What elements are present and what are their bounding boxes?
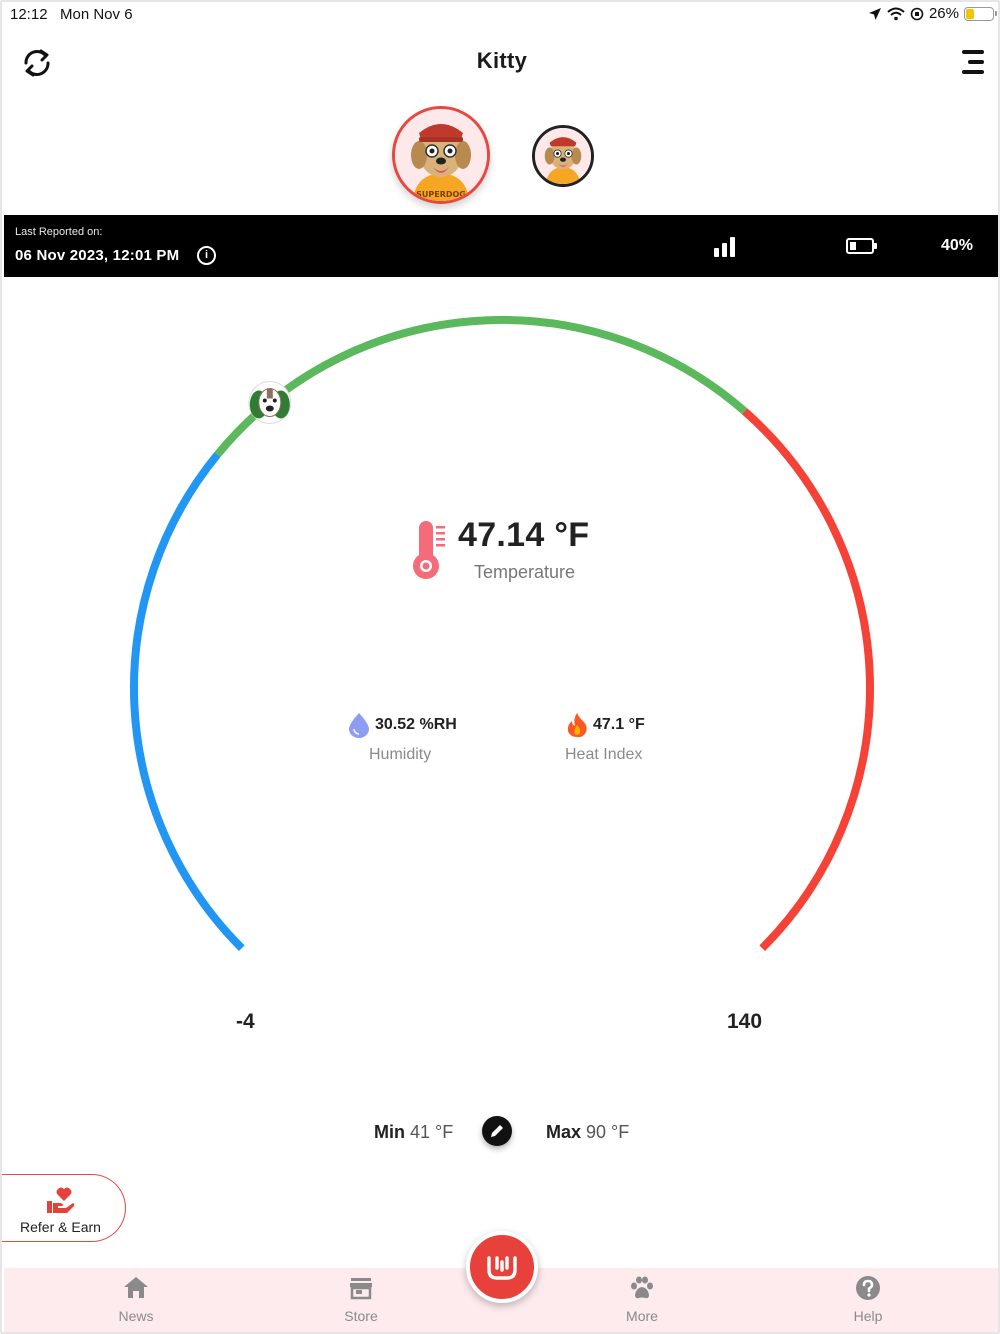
menu-button[interactable] [958,48,984,76]
edit-limits-button[interactable] [482,1116,512,1146]
last-reported-label: Last Reported on: [15,226,103,238]
page-title: Kitty [476,48,528,73]
temperature-value: 47.14 °F [458,516,590,554]
humidity-value: 30.52 %RH [375,716,457,733]
gauge-hot-arc [741,408,874,952]
gauge-cold-arc [129,451,245,952]
info-icon[interactable]: i [197,246,216,265]
heat-index-value: 47.1 °F [593,716,645,733]
temperature-readout: 47.14 °F Temperature [402,514,662,594]
status-date: Mon Nov 6 [60,6,133,23]
app-frame: 12:12 Mon Nov 6 26% Kitty SUPERDOG Last … [0,0,1000,1334]
min-limit-value: 41 °F [410,1122,454,1142]
header: Kitty [2,32,998,92]
location-icon [868,7,881,20]
brand-logo-icon [487,1256,517,1280]
status-battery-icon [964,6,997,21]
store-icon [350,1278,372,1300]
nav-store[interactable]: Store [311,1274,411,1324]
nav-store-label: Store [344,1308,378,1324]
menu-icon-line [962,50,984,54]
status-indicators: 26% [868,5,997,22]
signal-icon [714,235,740,257]
pet-avatar-other[interactable] [532,125,594,187]
nav-news-label: News [118,1308,154,1324]
nav-help[interactable]: Help [818,1274,918,1324]
app-logo-button[interactable] [466,1231,538,1303]
nav-help-label: Help [853,1308,883,1324]
status-bar: 12:12 Mon Nov 6 26% [2,2,998,28]
dog-portrait-icon: SUPERDOG [395,109,487,201]
gift-heart-hand-icon [47,1187,75,1213]
dog-face-icon[interactable] [248,381,292,424]
fire-icon [567,713,587,738]
home-icon [124,1277,148,1298]
temperature-gauge [129,316,874,952]
thermometer-icon [413,521,445,579]
max-limit-value: 90 °F [586,1122,630,1142]
help-icon [856,1276,880,1300]
gauge-normal-arc [214,316,748,458]
refer-earn-button[interactable]: Refer & Earn [2,1174,126,1242]
menu-icon-line [962,70,984,74]
orientation-lock-icon [910,7,924,20]
pet-avatar-selected[interactable]: SUPERDOG [392,106,490,204]
temperature-label: Temperature [474,562,576,582]
menu-icon-line [968,60,984,64]
pencil-icon [491,1125,503,1137]
status-battery-pct: 26% [928,5,959,22]
status-time: 12:12 [10,6,48,23]
refer-earn-label: Refer & Earn [20,1219,101,1235]
device-battery-icon [846,238,877,254]
svg-text:SUPERDOG: SUPERDOG [416,190,466,199]
nav-news[interactable]: News [86,1274,186,1324]
last-reported-bar: Last Reported on: 06 Nov 2023, 12:01 PM … [4,215,998,277]
max-limit: Max 90 °F [546,1122,629,1143]
min-limit: Min 41 °F [374,1122,453,1143]
gauge-min-scale: -4 [236,1010,255,1033]
humidity-label: Humidity [369,746,432,763]
heat-index-label: Heat Index [565,746,643,763]
heat-index-readout: 47.1 °F Heat Index [565,712,645,764]
water-drop-icon [349,713,369,738]
device-battery-pct: 40% [941,237,974,254]
max-limit-label: Max [546,1122,582,1142]
min-limit-label: Min [374,1122,405,1142]
wifi-icon [887,7,905,20]
nav-more-label: More [626,1308,658,1324]
nav-more[interactable]: More [592,1274,692,1324]
humidity-readout: 30.52 %RH Humidity [347,712,457,764]
dog-portrait-icon [535,128,591,184]
last-reported-date: 06 Nov 2023, 12:01 PM [15,247,180,264]
paw-icon [631,1276,653,1299]
gauge-max-scale: 140 [727,1010,763,1033]
